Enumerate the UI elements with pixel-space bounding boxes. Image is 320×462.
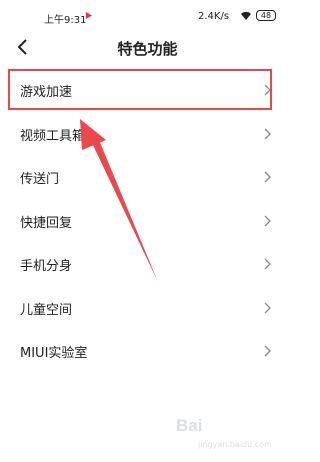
watermark-logo: Bai jingyan.baidu.com xyxy=(176,412,286,452)
feature-list: 游戏加速 视频工具箱 传送门 快捷回复 手机分身 儿童空间 MIUI实验室 xyxy=(0,68,295,373)
chevron-right-icon xyxy=(264,84,271,96)
list-item-kids-space[interactable]: 儿童空间 xyxy=(0,286,295,330)
chevron-right-icon xyxy=(264,345,271,357)
settings-screen: 上午9:31 2.4K/s 48 特色功能 游戏加速 视频工具箱 传送门 快捷回… xyxy=(0,0,295,462)
status-bar: 上午9:31 2.4K/s 48 xyxy=(0,0,295,30)
network-speed: 2.4K/s xyxy=(198,11,230,22)
list-item-label: 游戏加速 xyxy=(20,85,73,100)
list-item-miui-lab[interactable]: MIUI实验室 xyxy=(0,329,295,373)
status-time: 上午9:31 xyxy=(44,15,87,26)
chevron-right-icon xyxy=(264,302,271,313)
watermark-subtext: jingyan.baidu.com xyxy=(198,440,272,449)
page-title: 特色功能 xyxy=(117,40,178,58)
wifi-icon xyxy=(241,11,251,20)
list-item-label: 手机分身 xyxy=(20,259,73,274)
list-item-dual-apps[interactable]: 手机分身 xyxy=(0,242,295,286)
list-item-label: 儿童空间 xyxy=(20,302,73,318)
list-item-label: 传送门 xyxy=(20,172,60,187)
chevron-right-icon xyxy=(264,128,271,139)
list-item-game-boost[interactable]: 游戏加速 xyxy=(0,68,295,112)
header: 特色功能 xyxy=(0,30,295,64)
list-item-quick-reply[interactable]: 快捷回复 xyxy=(0,199,295,243)
battery-level: 48 xyxy=(260,11,272,20)
list-item-label: 快捷回复 xyxy=(20,215,73,231)
list-item-video-toolbox[interactable]: 视频工具箱 xyxy=(0,112,295,156)
list-item-label: 视频工具箱 xyxy=(20,128,86,144)
battery-icon: 48 xyxy=(256,10,276,21)
app-notification-icon xyxy=(85,11,93,20)
chevron-right-icon xyxy=(264,171,271,183)
watermark-text: Bai xyxy=(176,416,203,435)
chevron-right-icon xyxy=(264,258,271,270)
list-item-label: MIUI实验室 xyxy=(20,346,88,361)
chevron-right-icon xyxy=(264,215,271,226)
list-item-portal[interactable]: 传送门 xyxy=(0,155,295,199)
